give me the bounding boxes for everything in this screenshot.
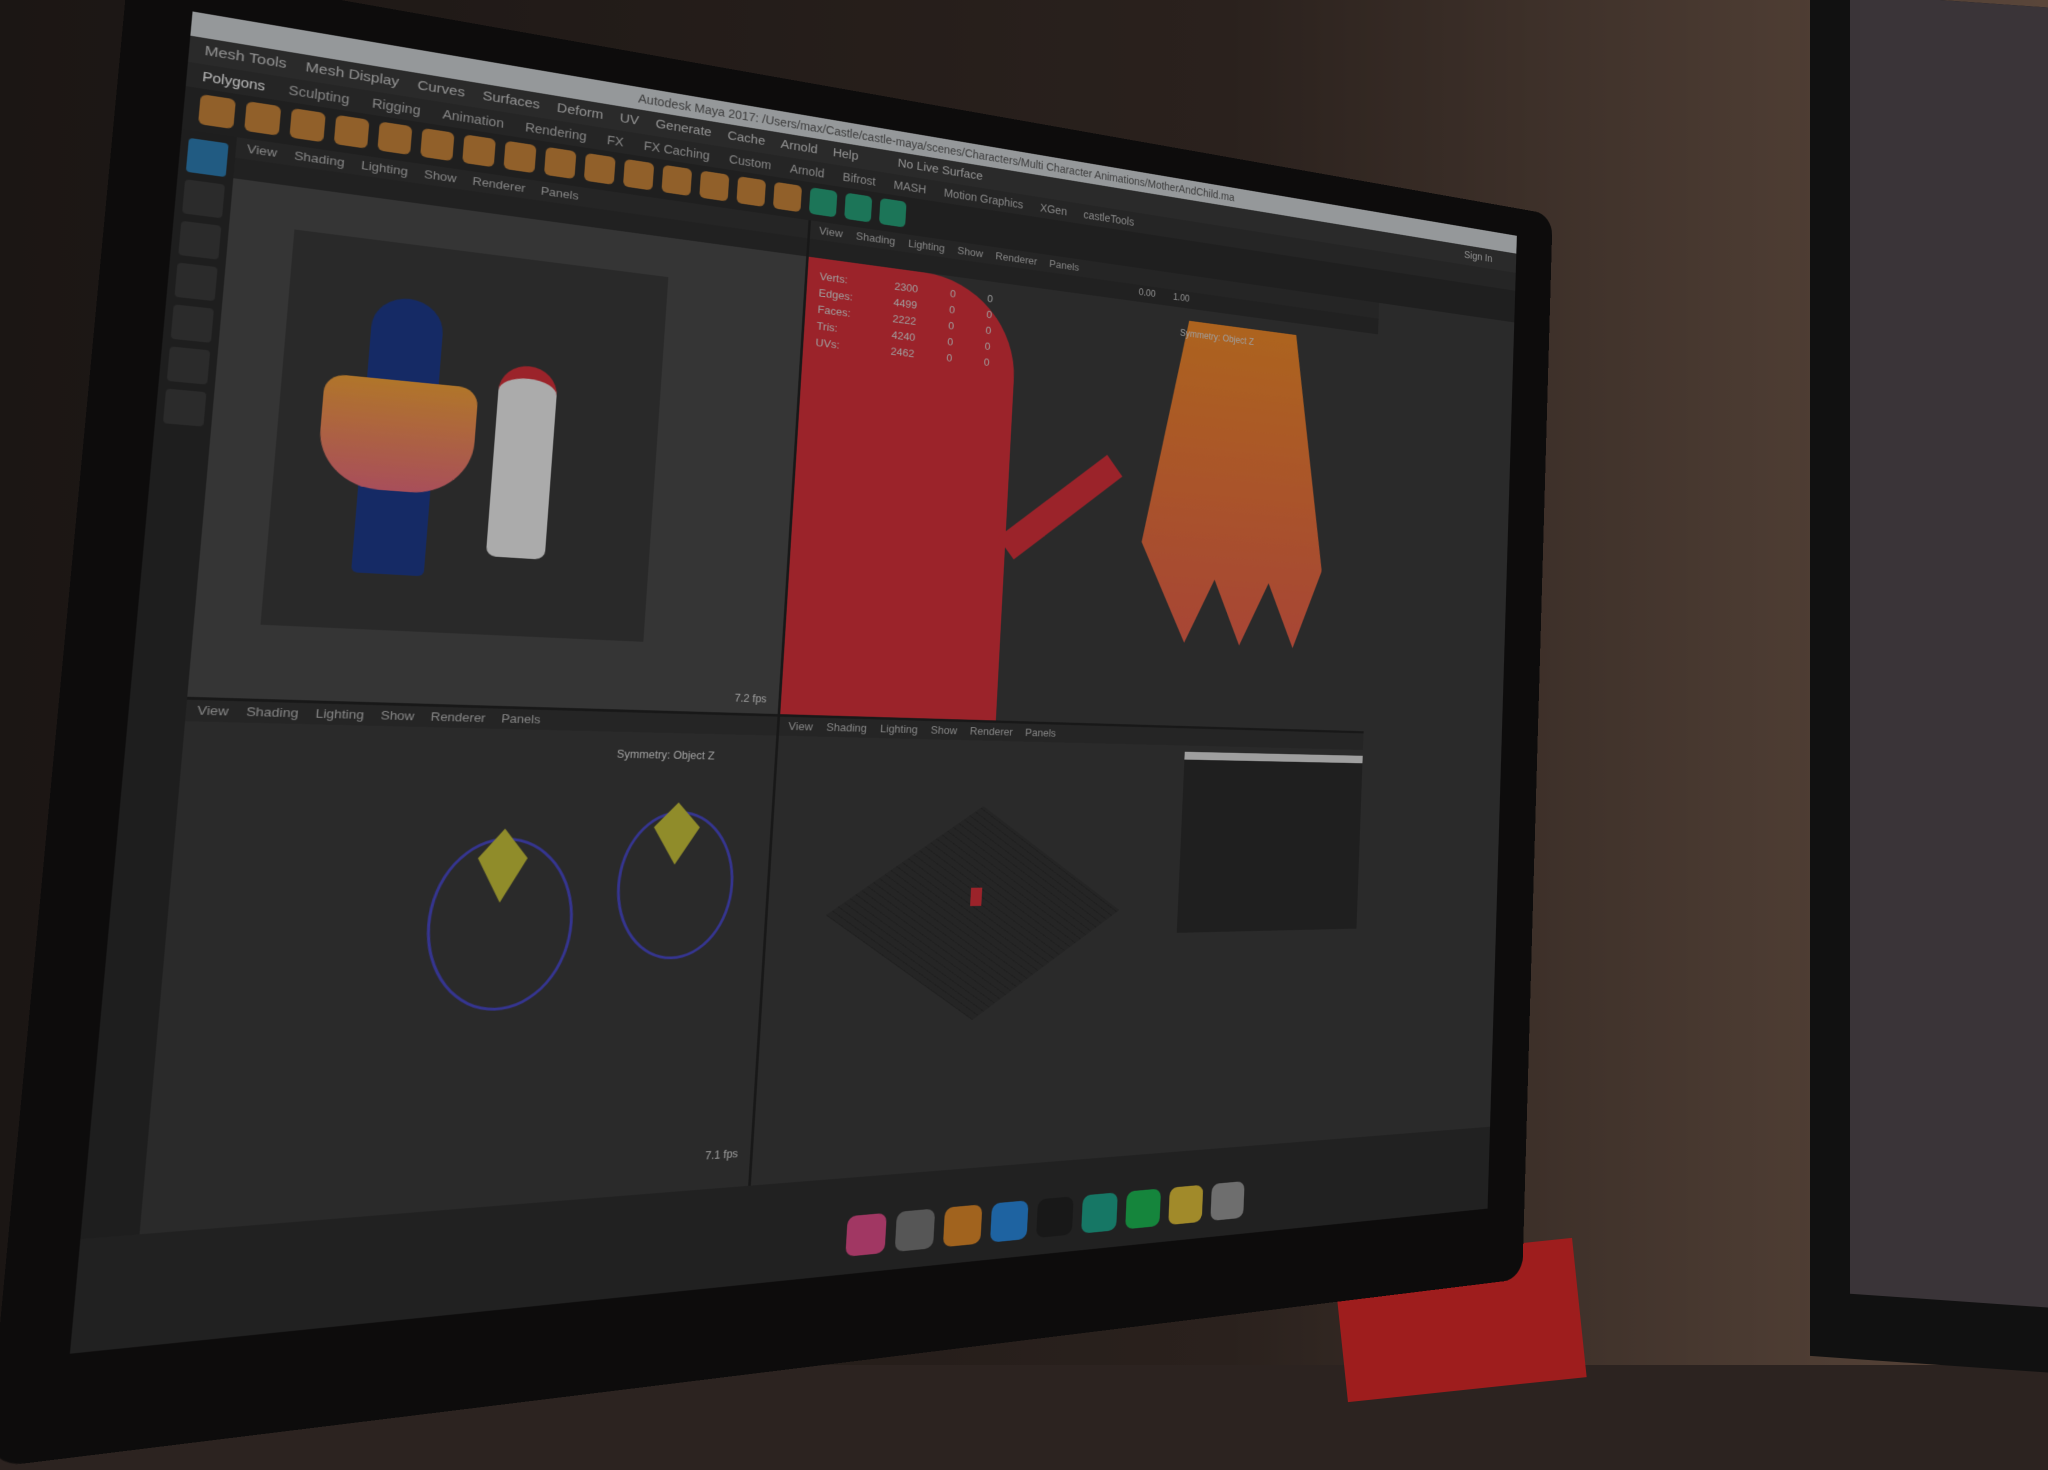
menu-uv[interactable]: UV — [619, 106, 640, 133]
vp-menu-view[interactable]: View — [788, 717, 813, 736]
trash-icon[interactable] — [1210, 1181, 1244, 1221]
child-arm-red — [998, 455, 1123, 560]
vp-menu-show[interactable]: Show — [930, 721, 957, 740]
tab-xgen[interactable]: XGen — [1040, 197, 1068, 221]
bevel-icon[interactable] — [699, 170, 729, 201]
vp-menu-renderer[interactable]: Renderer — [969, 722, 1013, 741]
viewport-perspective[interactable]: View Shading Lighting Show Renderer Panels 0.… — [781, 221, 1380, 732]
skin-icon[interactable] — [809, 187, 838, 217]
macos-dock — [845, 1181, 1244, 1257]
vp-menu-show[interactable]: Show — [380, 705, 415, 727]
viewport-top[interactable]: View Shading Lighting Show Renderer Panels — [751, 717, 1363, 1186]
layout-icon[interactable] — [163, 389, 207, 427]
spotify-icon[interactable] — [1125, 1189, 1161, 1230]
vp-menu-panels[interactable]: Panels — [1025, 724, 1057, 743]
app-store-icon[interactable] — [990, 1200, 1029, 1242]
monitor-bezel: Autodesk Maya 2017: /Users/max/Castle/ca… — [0, 0, 1553, 1468]
child-character — [486, 363, 559, 559]
scene-characters — [970, 888, 982, 906]
render-preview — [260, 229, 668, 641]
cone-icon[interactable] — [334, 115, 370, 149]
select-tool-icon[interactable] — [186, 138, 229, 177]
torus-icon[interactable] — [420, 128, 454, 161]
svg-icon[interactable] — [584, 153, 616, 185]
sphere-icon[interactable] — [198, 94, 236, 129]
plane-icon[interactable] — [377, 121, 412, 155]
vp-menu-shading[interactable]: Shading — [826, 718, 868, 738]
paint-tool-icon[interactable] — [178, 221, 221, 260]
mother-model-orange — [1137, 316, 1331, 650]
scale-tool-icon[interactable] — [167, 346, 210, 384]
text-icon[interactable] — [544, 147, 576, 179]
maya-window: Autodesk Maya 2017: /Users/max/Castle/ca… — [70, 11, 1517, 1353]
script-editor-panel — [1177, 752, 1363, 933]
grid-plane — [826, 807, 1119, 1020]
vp-menu-renderer[interactable]: Renderer — [430, 707, 486, 729]
mother-dress — [316, 373, 479, 496]
pyramid-icon[interactable] — [462, 134, 496, 167]
unity-icon[interactable] — [1036, 1196, 1074, 1238]
ik-icon[interactable] — [879, 198, 907, 228]
system-preferences-icon[interactable] — [895, 1209, 935, 1252]
lasso-tool-icon[interactable] — [182, 179, 225, 218]
vp-menu-view[interactable]: View — [246, 139, 278, 164]
cylinder-icon[interactable] — [289, 108, 325, 142]
near-clip-field[interactable]: 0.00 — [1139, 286, 1156, 299]
vp-menu-shading[interactable]: Shading — [245, 702, 299, 725]
itunes-icon[interactable] — [845, 1213, 886, 1257]
chrome-icon[interactable] — [1168, 1185, 1203, 1225]
object-label: Symmetry: Object Z — [616, 748, 714, 762]
maya-icon[interactable] — [1081, 1192, 1118, 1233]
fps-readout: 7.1 fps — [705, 1147, 739, 1162]
far-clip-field[interactable]: 1.00 — [1173, 291, 1190, 304]
combine-icon[interactable] — [623, 159, 654, 191]
vp-menu-lighting[interactable]: Lighting — [315, 704, 365, 726]
extrude-icon[interactable] — [736, 176, 766, 207]
ibooks-icon[interactable] — [943, 1204, 982, 1247]
joint-icon[interactable] — [844, 193, 872, 223]
tab-fx[interactable]: FX — [606, 129, 624, 154]
menu-help[interactable]: Help — [832, 141, 859, 168]
viewport-camera[interactable]: View Shading Lighting Show Renderer Panels 7.… — [187, 137, 809, 714]
vp-menu-lighting[interactable]: Lighting — [880, 720, 919, 739]
viewport-front[interactable]: View Shading Lighting Show Renderer Panels Sy… — [140, 700, 778, 1234]
pipe-icon[interactable] — [503, 141, 536, 174]
fps-readout: 7.2 fps — [734, 692, 767, 705]
separate-icon[interactable] — [661, 165, 692, 196]
rotate-tool-icon[interactable] — [171, 304, 214, 342]
vp-menu-view[interactable]: View — [196, 700, 229, 722]
move-tool-icon[interactable] — [174, 262, 217, 301]
bridge-icon[interactable] — [773, 182, 802, 213]
cube-icon[interactable] — [244, 101, 281, 136]
vp-menu-panels[interactable]: Panels — [501, 709, 542, 730]
